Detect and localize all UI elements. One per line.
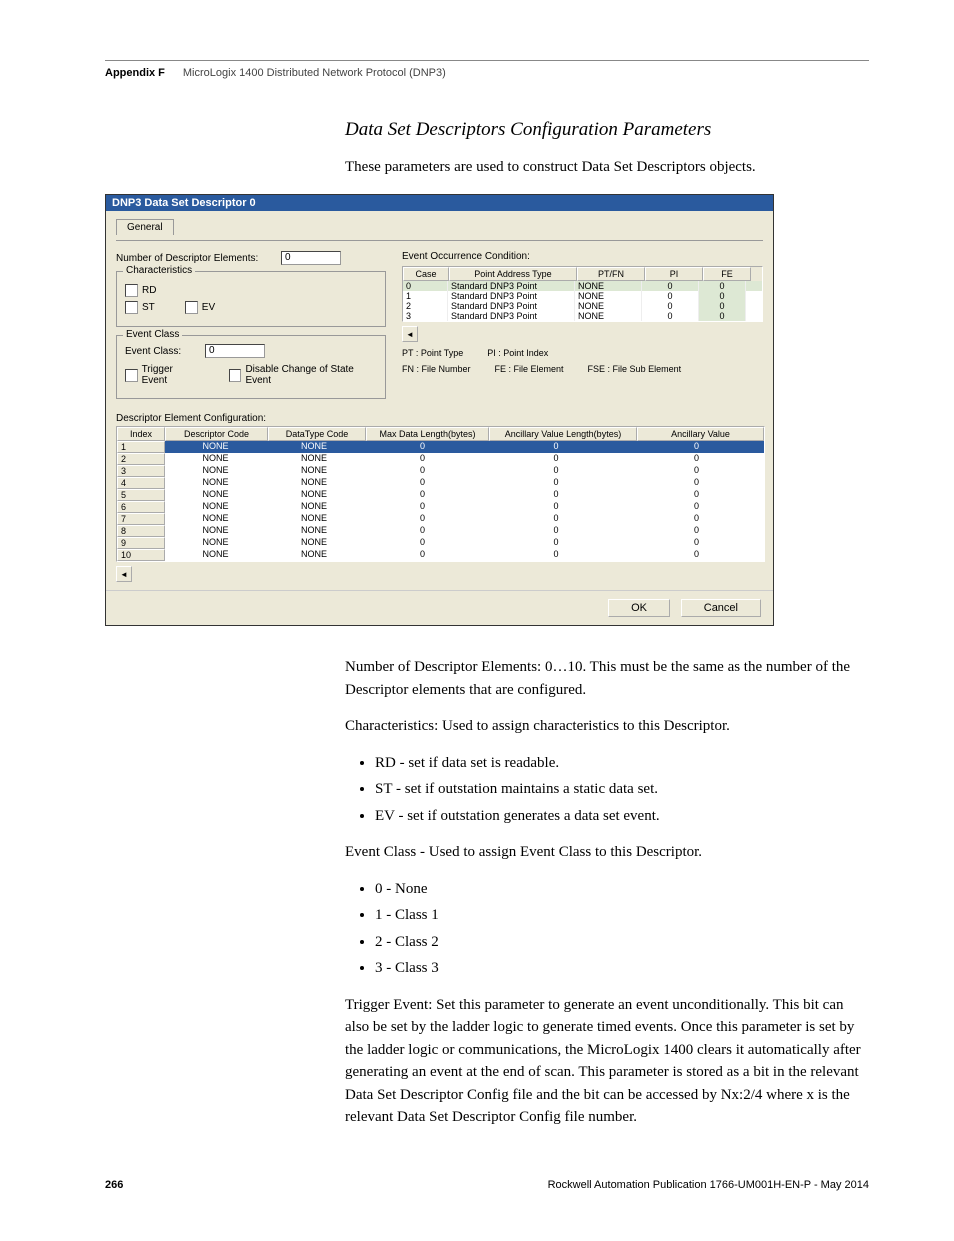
page-header: Appendix F MicroLogix 1400 Distributed N… <box>105 67 869 79</box>
table-row[interactable]: 9NONENONE000 <box>117 537 764 549</box>
st-checkbox[interactable] <box>125 301 138 314</box>
col-pat[interactable]: Point Address Type <box>449 267 577 281</box>
table-row[interactable]: 1NONENONE000 <box>117 441 764 453</box>
table-row[interactable]: 2 Standard DNP3 Point NONE 0 0 <box>403 301 762 311</box>
rd-label: RD <box>142 285 156 296</box>
table-row[interactable]: 10NONENONE000 <box>117 549 764 561</box>
col-ancval[interactable]: Ancillary Value <box>637 427 764 441</box>
table-row[interactable]: 0 Standard DNP3 Point NONE 0 0 <box>403 281 762 291</box>
rd-checkbox[interactable] <box>125 284 138 297</box>
table-row[interactable]: 3NONENONE000 <box>117 465 764 477</box>
table-row[interactable]: 8NONENONE000 <box>117 525 764 537</box>
col-dcode[interactable]: Descriptor Code <box>165 427 268 441</box>
table-row[interactable]: 5NONENONE000 <box>117 489 764 501</box>
section-title: Data Set Descriptors Configuration Param… <box>345 119 869 141</box>
col-fe[interactable]: FE <box>703 267 751 281</box>
table-row[interactable]: 7NONENONE000 <box>117 513 764 525</box>
legend-pt: PT : Point Type <box>402 348 463 358</box>
bullet-class0: 0 - None <box>375 878 869 901</box>
col-pi[interactable]: PI <box>645 267 703 281</box>
event-class-group: Event Class Event Class: 0 Trigger Event… <box>116 335 386 399</box>
table-row[interactable]: 3 Standard DNP3 Point NONE 0 0 <box>403 311 762 321</box>
num-elements-input[interactable]: 0 <box>281 251 341 265</box>
ev-label: EV <box>202 302 215 313</box>
num-elements-label: Number of Descriptor Elements: <box>116 253 281 264</box>
occurrence-title: Event Occurrence Condition: <box>402 251 763 262</box>
body-p4: Trigger Event: Set this parameter to gen… <box>345 994 869 1129</box>
table-row[interactable]: 4NONENONE000 <box>117 477 764 489</box>
table-row[interactable]: 1 Standard DNP3 Point NONE 0 0 <box>403 291 762 301</box>
body-p3: Event Class - Used to assign Event Class… <box>345 841 869 864</box>
event-class-group-title: Event Class <box>123 329 182 340</box>
characteristics-group: Characteristics RD ST EV <box>116 271 386 327</box>
bullet-class2: 2 - Class 2 <box>375 931 869 954</box>
event-class-label: Event Class: <box>125 346 205 357</box>
trigger-event-checkbox[interactable] <box>125 369 138 382</box>
col-ptfn[interactable]: PT/FN <box>577 267 645 281</box>
col-dtype[interactable]: DataType Code <box>268 427 366 441</box>
trigger-event-label: Trigger Event <box>142 364 199 386</box>
occurrence-table[interactable]: Case Point Address Type PT/FN PI FE 0 St… <box>402 266 763 322</box>
body-p2: Characteristics: Used to assign characte… <box>345 715 869 738</box>
bullet-class3: 3 - Class 3 <box>375 957 869 980</box>
table-row[interactable]: 6NONENONE000 <box>117 501 764 513</box>
st-label: ST <box>142 302 155 313</box>
bullet-class1: 1 - Class 1 <box>375 904 869 927</box>
publication-info: Rockwell Automation Publication 1766-UM0… <box>548 1179 869 1191</box>
window-titlebar: DNP3 Data Set Descriptor 0 <box>106 195 773 211</box>
header-title: MicroLogix 1400 Distributed Network Prot… <box>183 67 446 79</box>
legend-pi: PI : Point Index <box>487 348 548 358</box>
characteristics-title: Characteristics <box>123 265 195 276</box>
desc-config-label: Descriptor Element Configuration: <box>116 413 763 424</box>
table-row[interactable]: 2NONENONE000 <box>117 453 764 465</box>
tab-general[interactable]: General <box>116 219 174 235</box>
disable-cos-label: Disable Change of State Event <box>245 364 377 386</box>
desc-config-table[interactable]: Index Descriptor Code DataType Code Max … <box>116 426 765 562</box>
col-anclen[interactable]: Ancillary Value Length(bytes) <box>489 427 637 441</box>
col-index[interactable]: Index <box>117 427 165 441</box>
legend-fe: FE : File Element <box>495 364 564 374</box>
intro-text: These parameters are used to construct D… <box>345 159 869 176</box>
legend-fn: FN : File Number <box>402 364 471 374</box>
col-case[interactable]: Case <box>403 267 449 281</box>
ok-button[interactable]: OK <box>608 599 670 617</box>
event-class-input[interactable]: 0 <box>205 344 265 358</box>
bullet-st: ST - set if outstation maintains a stati… <box>375 778 869 801</box>
disable-cos-checkbox[interactable] <box>229 369 242 382</box>
ev-checkbox[interactable] <box>185 301 198 314</box>
page-number: 266 <box>105 1179 123 1191</box>
col-maxlen[interactable]: Max Data Length(bytes) <box>366 427 489 441</box>
bullet-rd: RD - set if data set is readable. <box>375 752 869 775</box>
appendix-label: Appendix F <box>105 67 165 79</box>
scroll-left-icon[interactable]: ◄ <box>116 566 132 582</box>
cancel-button[interactable]: Cancel <box>681 599 761 617</box>
dialog-window: DNP3 Data Set Descriptor 0 General Numbe… <box>105 194 774 626</box>
body-p1: Number of Descriptor Elements: 0…10. Thi… <box>345 656 869 701</box>
bullet-ev: EV - set if outstation generates a data … <box>375 805 869 828</box>
scroll-left-icon[interactable]: ◄ <box>402 326 418 342</box>
legend-fse: FSE : File Sub Element <box>588 364 682 374</box>
